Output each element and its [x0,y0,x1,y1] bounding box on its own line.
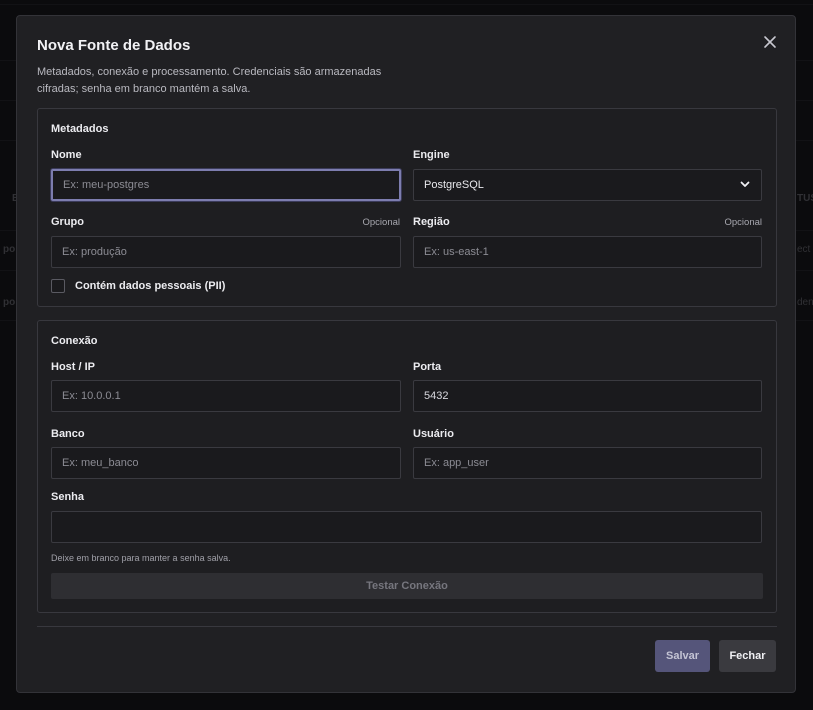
host-label: Host / IP [51,361,96,373]
database-input[interactable] [51,447,401,479]
new-datasource-dialog: Nova Fonte de Dados Metadados, conexão e… [16,15,796,693]
group-label: Grupo [51,216,84,228]
port-input[interactable] [413,380,762,412]
test-connection-button[interactable]: Testar Conexão [51,573,763,599]
connection-section: Conexão Host / IP Porta Banco Usuário Se… [37,320,777,613]
engine-select[interactable]: PostgreSQL [413,169,762,201]
save-button[interactable]: Salvar [655,640,710,672]
section-title: Metadados [51,123,109,135]
section-title: Conexão [51,335,98,347]
group-input[interactable] [51,236,401,268]
close-icon[interactable] [762,34,778,50]
user-input[interactable] [413,447,762,479]
region-label: Região [413,216,450,228]
metadata-section: Metadados Nome Engine PostgreSQL Grupo O… [37,108,777,307]
user-label: Usuário [413,428,454,440]
password-hint: Deixe em branco para manter a senha salv… [51,553,231,563]
name-label: Nome [51,149,82,161]
engine-label: Engine [413,149,450,161]
footer-divider [37,626,777,627]
pii-checkbox[interactable] [51,279,65,293]
dialog-title: Nova Fonte de Dados [37,37,191,54]
host-input[interactable] [51,380,401,412]
password-label: Senha [51,491,85,503]
dialog-subtitle: Metadados, conexão e processamento. Cred… [37,66,382,95]
password-input[interactable] [51,511,762,543]
group-optional-tag: Opcional [362,217,401,228]
chevron-down-icon [739,178,751,193]
name-input[interactable] [51,169,401,201]
pii-checkbox-label[interactable]: Contém dados pessoais (PII) [75,280,225,292]
port-label: Porta [413,361,442,373]
region-input[interactable] [413,236,762,268]
close-button[interactable]: Fechar [719,640,776,672]
engine-selected-value: PostgreSQL [424,179,484,191]
database-label: Banco [51,428,85,440]
region-optional-tag: Opcional [724,217,763,228]
